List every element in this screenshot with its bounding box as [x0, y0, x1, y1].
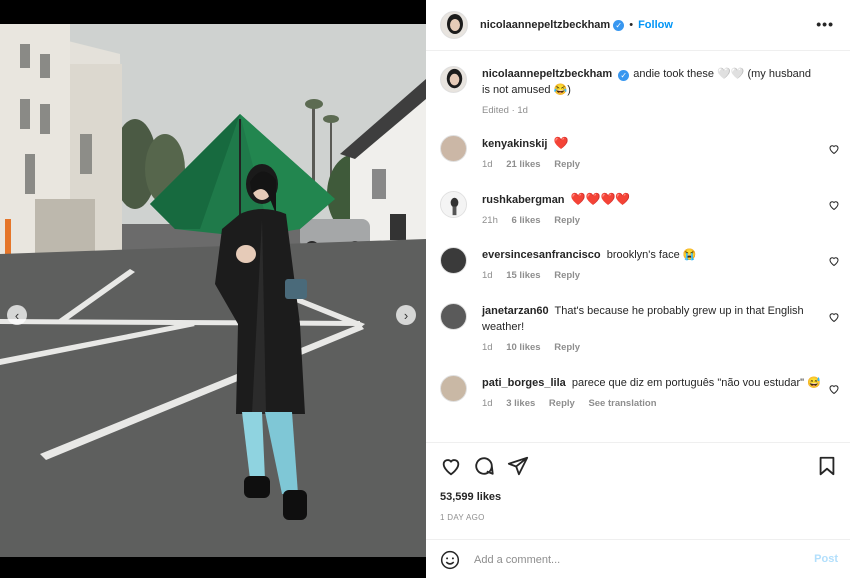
commenter-avatar[interactable]: [440, 303, 467, 330]
verified-badge-icon: ✓: [618, 70, 630, 81]
comment-username[interactable]: rushkabergman: [482, 194, 565, 206]
commenter-avatar[interactable]: [440, 247, 467, 274]
comment-body: pati_borges_lila parece que diz em portu…: [482, 375, 822, 412]
separator-dot: •: [629, 19, 634, 31]
like-comment-heart-icon[interactable]: [828, 311, 840, 323]
comment-text: brooklyn's face 😭: [606, 249, 697, 261]
comment-likes[interactable]: 10 likes: [506, 342, 540, 353]
comment-meta: 1d 21 likes Reply: [482, 157, 822, 173]
verified-badge-icon: ✓: [613, 19, 625, 31]
save-bookmark-icon[interactable]: [816, 455, 838, 477]
post-actions: 53,599 likes 1 DAY AGO Post: [426, 442, 850, 578]
chevron-right-icon: ›: [403, 307, 409, 323]
comment-meta: 1d 3 likes Reply See translation: [482, 396, 822, 412]
edited-label: Edited · 1d: [482, 105, 528, 116]
comment-username[interactable]: kenyakinskij: [482, 138, 547, 150]
see-translation-link[interactable]: See translation: [588, 398, 656, 409]
previous-slide-button[interactable]: ‹: [7, 305, 27, 325]
avatar-image: [441, 192, 466, 217]
like-comment-heart-icon[interactable]: [828, 199, 840, 211]
comment-text: parece que diz em português "não vou est…: [571, 377, 821, 389]
reply-button[interactable]: Reply: [554, 215, 580, 226]
like-heart-icon[interactable]: [440, 455, 462, 477]
comment-bubble-icon[interactable]: [473, 455, 495, 477]
comments-list[interactable]: nicolaannepeltzbeckham ✓ andie took these …: [426, 52, 850, 442]
comment-username[interactable]: pati_borges_lila: [482, 377, 566, 389]
comment-likes[interactable]: 3 likes: [506, 398, 535, 409]
comment-composer: Post: [426, 539, 850, 578]
post-media[interactable]: ‹ ›: [0, 24, 426, 557]
author-username[interactable]: nicolaannepeltzbeckham: [480, 19, 610, 31]
reply-button[interactable]: Reply: [554, 159, 580, 170]
comment-age: 1d: [482, 342, 493, 353]
comment-likes[interactable]: 21 likes: [506, 159, 540, 170]
add-comment-input[interactable]: [474, 550, 774, 570]
instagram-post-modal: ‹ › nicolaannepeltzbeckham ✓ • Follow ••…: [0, 0, 850, 578]
likes-count[interactable]: 53,599 likes: [440, 491, 501, 503]
comment-body: janetarzan60 That's because he probably …: [482, 303, 822, 356]
post-details-panel: nicolaannepeltzbeckham ✓ • Follow ••• ni…: [426, 0, 850, 578]
reply-button[interactable]: Reply: [554, 270, 580, 281]
commenter-avatar[interactable]: [440, 375, 467, 402]
comment-likes[interactable]: 6 likes: [512, 215, 541, 226]
avatar-image: [441, 12, 467, 38]
emoji-smile-icon[interactable]: [440, 550, 460, 570]
post-date: 1 DAY AGO: [440, 513, 485, 522]
more-options-icon[interactable]: •••: [816, 16, 834, 32]
caption-meta: Edited · 1d: [482, 103, 822, 119]
comment-body: rushkabergman ❤️❤️❤️❤️ 21h 6 likes Reply: [482, 191, 822, 229]
like-comment-heart-icon[interactable]: [828, 383, 840, 395]
comment-age: 1d: [482, 270, 493, 281]
comment-body: kenyakinskij ❤️ 1d 21 likes Reply: [482, 135, 822, 173]
author-avatar[interactable]: [440, 11, 468, 39]
post-comment-button[interactable]: Post: [814, 553, 838, 565]
avatar-image: [441, 67, 466, 92]
post-header: nicolaannepeltzbeckham ✓ • Follow •••: [426, 0, 850, 51]
commenter-avatar[interactable]: [440, 135, 467, 162]
comment-likes[interactable]: 15 likes: [506, 270, 540, 281]
comment-body: eversincesanfrancisco brooklyn's face 😭 …: [482, 247, 822, 284]
commenter-avatar[interactable]: [440, 191, 467, 218]
next-slide-button[interactable]: ›: [396, 305, 416, 325]
comment-text: ❤️❤️❤️❤️: [570, 192, 631, 206]
comment-username[interactable]: janetarzan60: [482, 305, 549, 317]
comment-meta: 1d 15 likes Reply: [482, 268, 822, 284]
comment-meta: 1d 10 likes Reply: [482, 340, 822, 356]
post-photo: [0, 24, 426, 557]
comment-meta: 21h 6 likes Reply: [482, 213, 822, 229]
like-comment-heart-icon[interactable]: [828, 143, 840, 155]
comment-username[interactable]: eversincesanfrancisco: [482, 249, 601, 261]
reply-button[interactable]: Reply: [549, 398, 575, 409]
caption-username[interactable]: nicolaannepeltzbeckham: [482, 68, 612, 80]
chevron-left-icon: ‹: [14, 307, 20, 323]
like-comment-heart-icon[interactable]: [828, 255, 840, 267]
caption-body: nicolaannepeltzbeckham ✓ andie took these …: [482, 66, 822, 119]
reply-button[interactable]: Reply: [554, 342, 580, 353]
follow-button[interactable]: Follow: [638, 19, 673, 31]
comment-age: 1d: [482, 398, 493, 409]
comment-age: 1d: [482, 159, 493, 170]
author-avatar[interactable]: [440, 66, 467, 93]
share-send-icon[interactable]: [507, 455, 529, 477]
comment-text: ❤️: [553, 136, 569, 150]
comment-age: 21h: [482, 215, 498, 226]
